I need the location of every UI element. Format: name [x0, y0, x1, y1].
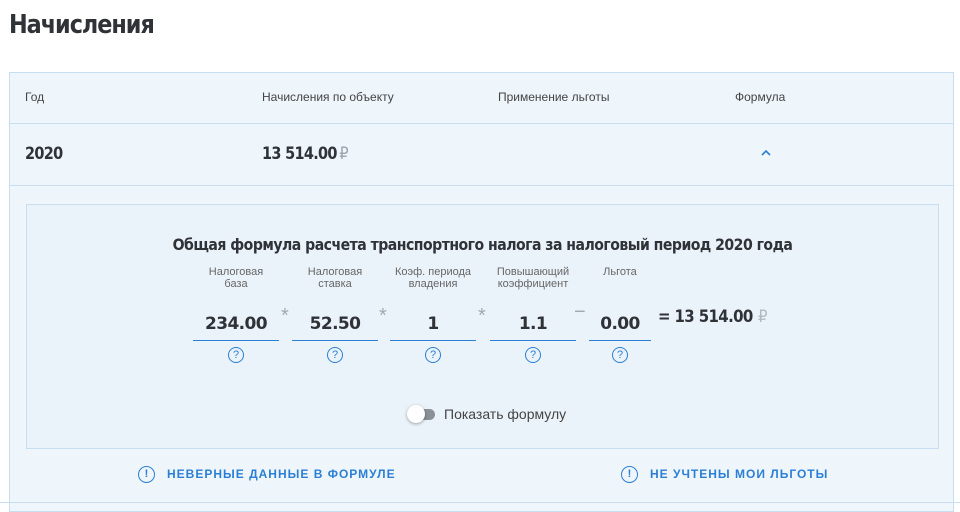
formula-result: = 13 514.00 ₽: [658, 307, 768, 327]
column-header-year: Год: [25, 90, 45, 104]
field-label: Налоговая ставка: [307, 266, 363, 290]
tax-rate-input[interactable]: 52.50: [292, 312, 378, 341]
ruble-icon: ₽: [339, 144, 348, 164]
chevron-up-icon[interactable]: [759, 148, 773, 158]
wrong-data-label[interactable]: НЕВЕРНЫЕ ДАННЫЕ В ФОРМУЛЕ: [167, 467, 396, 481]
row-amount-value: 13 514.00: [262, 144, 337, 164]
column-header-formula: Формула: [735, 90, 786, 104]
toggle-knob[interactable]: [407, 405, 425, 423]
field-label: Повышающий коэффициент: [496, 266, 570, 290]
column-header-benefit: Применение льготы: [498, 90, 610, 104]
increasing-coef-input[interactable]: 1.1: [490, 312, 576, 341]
benefits-missing-link[interactable]: ! НЕ УЧТЕНЫ МОИ ЛЬГОТЫ: [621, 465, 828, 483]
page-title: Начисления: [9, 10, 155, 40]
multiply-operator: *: [478, 305, 486, 327]
field-increasing-coef: Повышающий коэффициент 1.1 ?: [490, 266, 576, 363]
help-icon[interactable]: ?: [612, 347, 628, 363]
tax-base-input[interactable]: 234.00: [193, 312, 279, 341]
formula-title: Общая формула расчета транспортного нало…: [172, 235, 793, 254]
field-label: Налоговая база: [208, 266, 264, 290]
field-label: Коэф. периода владения: [394, 266, 472, 290]
wrong-data-link[interactable]: ! НЕВЕРНЫЕ ДАННЫЕ В ФОРМУЛЕ: [138, 465, 396, 483]
ruble-icon: ₽: [758, 307, 768, 327]
multiply-operator: *: [379, 305, 387, 327]
ownership-coef-input[interactable]: 1: [390, 312, 476, 341]
help-icon[interactable]: ?: [525, 347, 541, 363]
result-value: = 13 514.00: [658, 307, 753, 327]
divider: [0, 502, 960, 503]
benefit-input[interactable]: 0.00: [589, 312, 651, 341]
help-icon[interactable]: ?: [327, 347, 343, 363]
exclamation-icon: !: [138, 465, 155, 483]
row-amount: 13 514.00 ₽: [262, 144, 349, 164]
benefits-missing-label[interactable]: НЕ УЧТЕНЫ МОИ ЛЬГОТЫ: [650, 467, 828, 481]
table-header: Год Начисления по объекту Применение льг…: [10, 73, 953, 124]
column-header-charges: Начисления по объекту: [262, 90, 394, 104]
row-year: 2020: [25, 144, 63, 164]
minus-operator: −: [574, 301, 586, 323]
exclamation-icon: !: [621, 465, 638, 483]
field-benefit: Льгота 0.00 ?: [589, 266, 651, 363]
field-label: Льгота: [603, 266, 637, 278]
table-row[interactable]: 2020 13 514.00 ₽: [10, 124, 953, 186]
field-tax-base: Налоговая база 234.00 ?: [193, 266, 279, 363]
show-formula-label[interactable]: Показать формулу: [444, 406, 566, 422]
formula-panel: Общая формула расчета транспортного нало…: [26, 204, 939, 449]
charges-card: Год Начисления по объекту Применение льг…: [9, 72, 954, 512]
multiply-operator: *: [281, 305, 289, 327]
field-ownership-coef: Коэф. периода владения 1 ?: [390, 266, 476, 363]
field-tax-rate: Налоговая ставка 52.50 ?: [292, 266, 378, 363]
help-icon[interactable]: ?: [425, 347, 441, 363]
help-icon[interactable]: ?: [228, 347, 244, 363]
